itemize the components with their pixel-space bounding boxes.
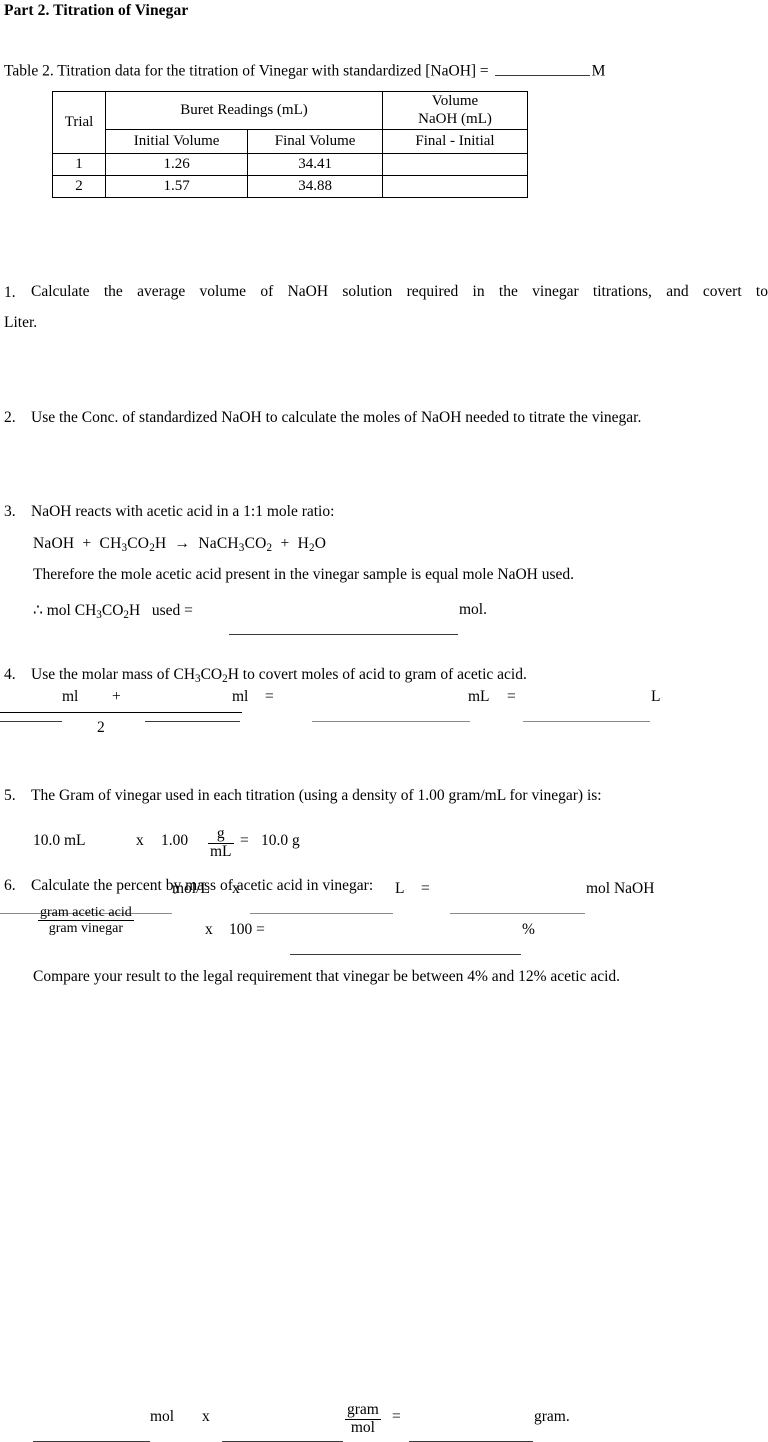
- q6-percent-blank[interactable]: [290, 938, 521, 955]
- question-3-worksheet: ∴ mol CH3CO2H used = mol.: [33, 601, 733, 635]
- naoh-concentration-blank[interactable]: [494, 59, 590, 76]
- q6-frac-denominator: gram vinegar: [38, 920, 134, 936]
- question-1-text-cont: Liter.: [4, 314, 38, 331]
- therefore-icon: ∴: [33, 602, 43, 619]
- q4-equals: =: [392, 1408, 401, 1425]
- table-header-row: Trial Buret Readings (mL) Volume NaOH (m…: [52, 90, 528, 155]
- q4-unit-mol: mol: [150, 1408, 175, 1425]
- question-5-text: The Gram of vinegar used in each titrati…: [31, 787, 602, 804]
- question-5-number: 5.: [4, 787, 16, 804]
- eq-plus-1: +: [82, 535, 92, 552]
- table-row: 1 1.26 34.41: [52, 153, 528, 177]
- question-1-worksheet: ml + ml = 2 mL = L: [0, 344, 768, 736]
- question-1-number: 1.: [4, 284, 16, 301]
- q2-equals: =: [421, 880, 430, 897]
- q4-moles-blank[interactable]: [33, 1425, 150, 1442]
- table-caption-unit: M: [591, 62, 606, 80]
- eq-product-2: H2O: [297, 535, 327, 555]
- q4-gram-per-mol-fraction: gram mol: [345, 1401, 381, 1437]
- q6-times-sign: x: [205, 921, 213, 938]
- q4-unit-gram: gram.: [534, 1408, 570, 1425]
- subheader-initial-volume: Initial Volume: [104, 129, 249, 155]
- cell-volume-2[interactable]: [382, 175, 528, 199]
- eq-reactant-2: CH3CO2H: [99, 535, 167, 555]
- question-2-worksheet: mol/L x L = mol NaOH: [0, 440, 768, 914]
- q4-times-sign: x: [202, 1408, 210, 1425]
- question-3-text: NaOH reacts with acetic acid in a 1:1 mo…: [31, 503, 335, 520]
- cell-volume-1[interactable]: [382, 153, 528, 177]
- q3-unit-mol: mol.: [459, 601, 487, 618]
- q6-frac-numerator: gram acetic acid: [40, 905, 132, 920]
- q5-g-per-mL-fraction: g mL: [208, 825, 234, 860]
- q6-hundred-equals: 100 =: [229, 921, 265, 938]
- q5-frac-numerator: g: [216, 825, 225, 842]
- cell-initial-2: 1.57: [104, 175, 249, 199]
- q2-unit-L: L: [395, 880, 405, 897]
- question-4-number: 4.: [4, 666, 16, 683]
- q5-equals: =: [240, 832, 249, 849]
- cell-final-1: 34.41: [247, 153, 383, 177]
- question-6-worksheet: gram acetic acid gram vinegar x 100 = %: [33, 905, 753, 955]
- subheader-difference: Final - Initial: [382, 129, 528, 155]
- table-row: 2 1.57 34.88: [52, 175, 528, 199]
- q5-result-value: 10.0 g: [261, 832, 300, 849]
- question-6-number: 6.: [4, 877, 16, 894]
- q4-grams-blank[interactable]: [409, 1425, 533, 1442]
- header-volume-line2: NaOH (mL): [418, 110, 492, 127]
- table-subheader-row: Initial Volume Final Volume Final - Init…: [53, 129, 528, 155]
- question-4-text: Use the molar mass of CH3CO2H to covert …: [31, 666, 527, 686]
- chemical-equation: NaOH + CH3CO2H → NaCH3CO2 + H2O: [33, 535, 326, 554]
- table-caption-text: Table 2. Titration data for the titratio…: [4, 62, 489, 80]
- subheader-final-volume: Final Volume: [247, 129, 383, 155]
- q6-percent-sign: %: [522, 921, 535, 938]
- q5-times-sign: x: [136, 832, 144, 849]
- q2-unit-mol-naoh: mol NaOH: [586, 880, 655, 897]
- cell-trial-2: 2: [52, 175, 106, 199]
- question-1-text: Calculate the average volume of NaOH sol…: [31, 283, 768, 300]
- titration-data-table: Trial Buret Readings (mL) Volume NaOH (m…: [52, 90, 528, 199]
- q5-density-value: 1.00: [161, 832, 189, 849]
- q4-frac-numerator: gram: [347, 1401, 379, 1418]
- cell-final-2: 34.88: [247, 175, 383, 199]
- table-caption: Table 2. Titration data for the titratio…: [4, 59, 605, 81]
- header-trial: Trial: [52, 90, 106, 155]
- question-3-number: 3.: [4, 503, 16, 520]
- q6-mass-ratio-fraction: gram acetic acid gram vinegar: [38, 905, 134, 936]
- q3-therefore-line: ∴ mol CH3CO2H used =: [33, 602, 193, 622]
- header-buret-readings: Buret Readings (mL): [105, 90, 383, 131]
- q4-molar-mass-blank[interactable]: [222, 1425, 343, 1442]
- q3-moles-acetic-acid-blank[interactable]: [229, 618, 458, 635]
- q4-frac-denominator: mol: [345, 1418, 381, 1437]
- page-title: Part 2. Titration of Vinegar: [4, 2, 189, 19]
- question-4-worksheet: mol x gram mol = gram.: [0, 704, 768, 1442]
- header-volume-naoh: Volume NaOH (mL): [382, 90, 528, 131]
- cell-trial-1: 1: [52, 153, 106, 177]
- header-volume-line1: Volume: [431, 93, 479, 109]
- cell-initial-1: 1.26: [104, 153, 249, 177]
- question-6-text: Calculate the percent by mass of acetic …: [31, 877, 374, 894]
- q5-frac-denominator: mL: [208, 842, 234, 860]
- eq-arrow-icon: →: [174, 535, 191, 552]
- eq-reactant-1: NaOH: [33, 535, 75, 552]
- q5-volume-value: 10.0 mL: [33, 832, 86, 849]
- question-3-note: Therefore the mole acetic acid present i…: [33, 566, 574, 583]
- eq-product-1: NaCH3CO2: [198, 535, 273, 555]
- eq-plus-2: +: [280, 535, 290, 552]
- question-5-worksheet: 10.0 mL x 1.00 g mL = 10.0 g: [33, 825, 433, 872]
- question-2-number: 2.: [4, 409, 16, 426]
- question-2-text: Use the Conc. of standardized NaOH to ca…: [31, 409, 642, 426]
- question-6-compare-text: Compare your result to the legal require…: [33, 968, 621, 985]
